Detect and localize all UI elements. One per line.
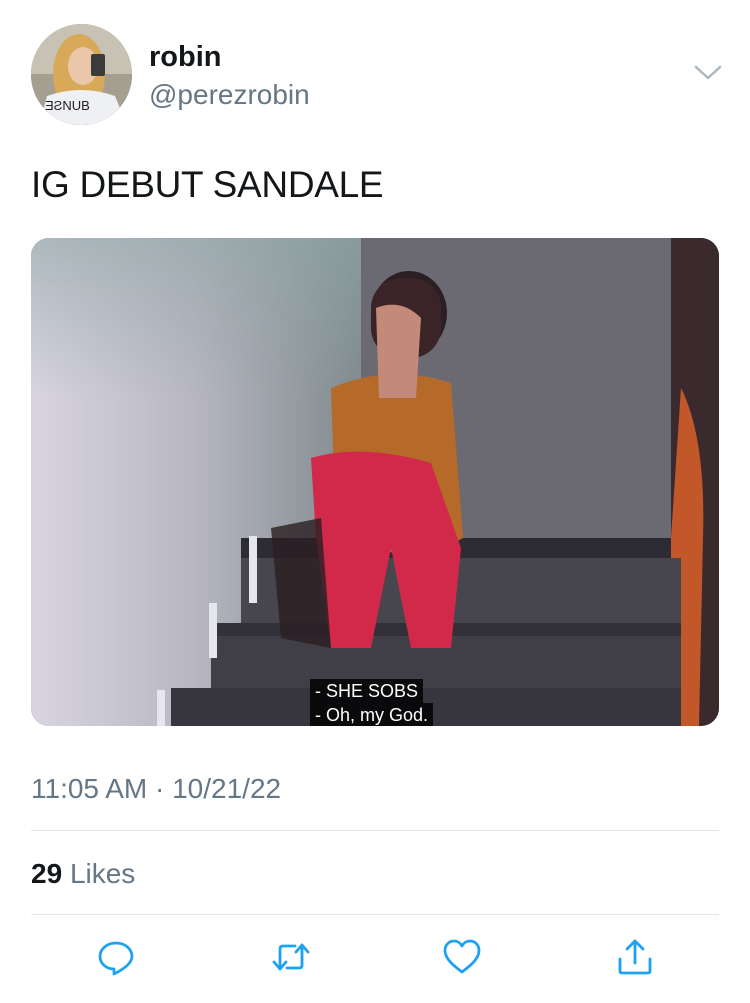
reply-icon: [98, 941, 134, 976]
like-icon: [443, 939, 481, 974]
share-icon: [618, 939, 652, 975]
likes-number: 29: [31, 858, 63, 889]
media-image: [31, 238, 719, 726]
profile-photo: ƎƧNUB: [31, 24, 132, 125]
divider: [31, 914, 719, 915]
subtitle-line-1: - SHE SOBS: [310, 679, 424, 703]
author-handle[interactable]: @perezrobin: [149, 78, 310, 112]
tweet-text: IG DEBUT SANDALE: [31, 164, 384, 205]
likes-label: Likes: [69, 858, 136, 889]
svg-text:ƎƧNUB: ƎƧNUB: [45, 98, 90, 113]
share-button[interactable]: [615, 937, 655, 977]
likes-count[interactable]: 29 Likes: [31, 857, 135, 891]
retweet-icon: [272, 943, 310, 971]
like-button[interactable]: [442, 937, 482, 977]
subtitle-line-2: - Oh, my God.: [310, 703, 434, 726]
tweet-media[interactable]: - SHE SOBS - Oh, my God.: [31, 238, 719, 726]
divider: [31, 830, 719, 831]
author-name[interactable]: robin: [149, 40, 222, 74]
avatar[interactable]: ƎƧNUB: [31, 24, 132, 125]
chevron-down-icon[interactable]: [693, 62, 723, 82]
tweet-timestamp[interactable]: 11:05 AM · 10/21/22: [31, 772, 281, 806]
media-subtitle: - SHE SOBS - Oh, my God.: [310, 679, 490, 726]
reply-button[interactable]: [96, 937, 136, 977]
retweet-button[interactable]: [271, 937, 311, 977]
